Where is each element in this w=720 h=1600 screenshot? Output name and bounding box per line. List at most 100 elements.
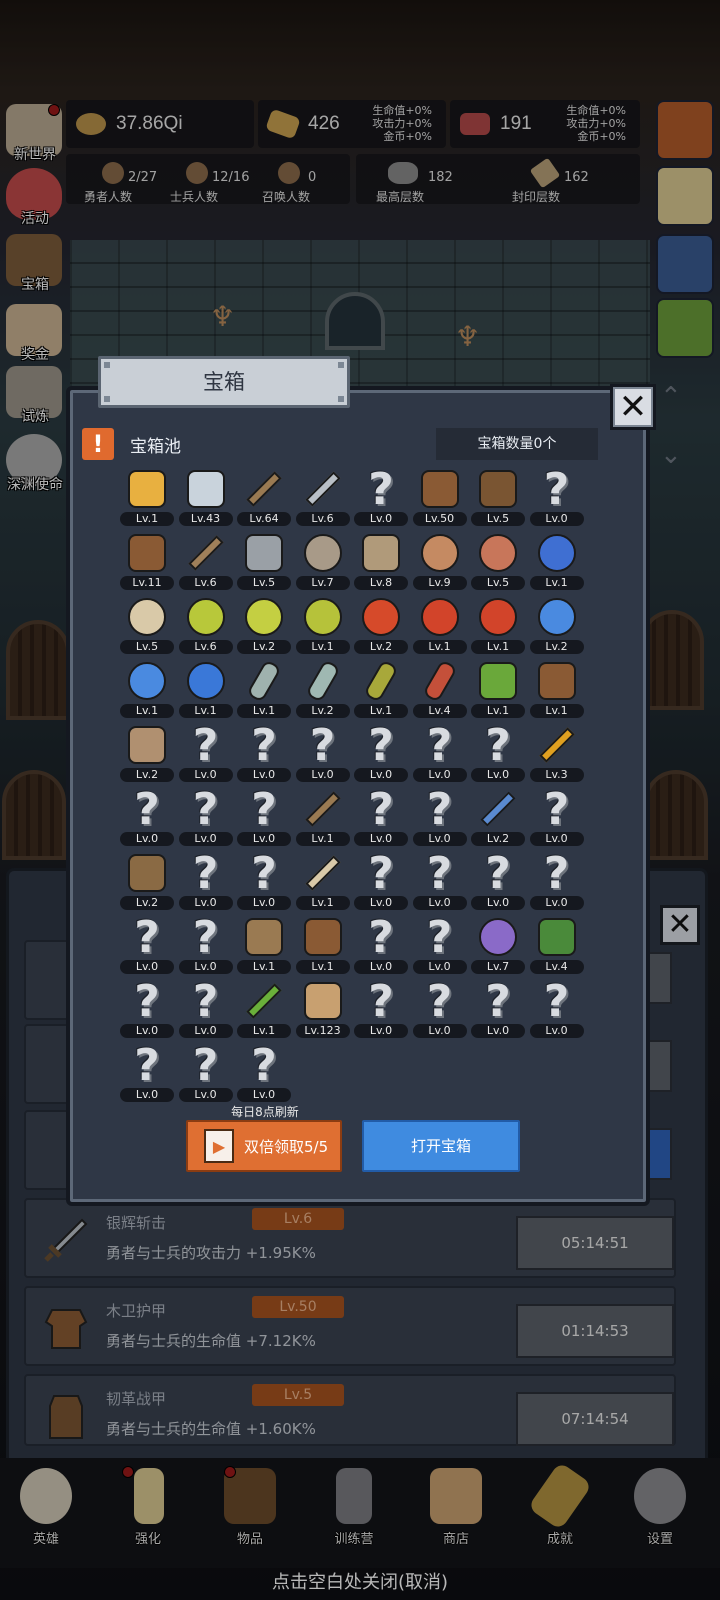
item-cell[interactable]: ? Lv.0 bbox=[118, 1040, 176, 1104]
item-cell[interactable]: Lv.2 bbox=[118, 722, 176, 784]
item-cell[interactable]: ? Lv.0 bbox=[235, 848, 293, 912]
close-icon[interactable]: ✕ bbox=[610, 384, 656, 430]
item-cell[interactable]: Lv.1 bbox=[235, 658, 293, 720]
item-cell[interactable]: Lv.64 bbox=[235, 466, 293, 528]
item-cell[interactable]: ? Lv.0 bbox=[294, 720, 352, 784]
item-cell[interactable]: ? Lv.0 bbox=[118, 976, 176, 1040]
item-cell[interactable]: ? Lv.0 bbox=[235, 784, 293, 848]
item-cell[interactable]: ? Lv.0 bbox=[352, 848, 410, 912]
dialog-title: 宝箱 bbox=[98, 356, 350, 408]
unknown-item-icon: ? bbox=[368, 719, 394, 771]
unknown-item-icon: ? bbox=[368, 911, 394, 963]
item-cell[interactable]: Lv.1 bbox=[469, 594, 527, 656]
item-cell[interactable]: Lv.123 bbox=[294, 978, 352, 1040]
item-cell[interactable]: ? Lv.0 bbox=[177, 720, 235, 784]
item-cell[interactable]: ? Lv.0 bbox=[528, 976, 586, 1040]
item-cell[interactable]: Lv.1 bbox=[118, 466, 176, 528]
item-cell[interactable]: ? Lv.0 bbox=[352, 911, 410, 976]
item-cell[interactable]: ? Lv.0 bbox=[352, 784, 410, 848]
item-cell[interactable]: Lv.1 bbox=[528, 658, 586, 720]
item-cell[interactable]: ? Lv.0 bbox=[352, 464, 410, 528]
item-level: Lv.0 bbox=[412, 896, 467, 910]
item-cell[interactable]: ? Lv.0 bbox=[411, 976, 469, 1040]
unknown-item-icon: ? bbox=[485, 975, 511, 1027]
rivet bbox=[338, 362, 344, 368]
item-cell[interactable]: Lv.1 bbox=[294, 850, 352, 912]
item-cell[interactable]: ? Lv.0 bbox=[411, 784, 469, 848]
item-cell[interactable]: ? Lv.0 bbox=[118, 784, 176, 848]
item-cell[interactable]: Lv.1 bbox=[118, 658, 176, 720]
item-cell[interactable]: Lv.2 bbox=[352, 594, 410, 656]
item-level: Lv.64 bbox=[237, 512, 291, 526]
item-level: Lv.0 bbox=[529, 832, 584, 846]
item-cell[interactable]: ? Lv.0 bbox=[411, 720, 469, 784]
item-level: Lv.0 bbox=[354, 1024, 408, 1038]
item-cell[interactable]: Lv.43 bbox=[177, 466, 235, 528]
item-cell[interactable]: ? Lv.0 bbox=[177, 784, 235, 848]
item-cell[interactable]: Lv.1 bbox=[235, 914, 293, 976]
item-cell[interactable]: ? Lv.0 bbox=[235, 1040, 293, 1104]
item-level: Lv.0 bbox=[529, 1024, 584, 1038]
item-cell[interactable]: Lv.8 bbox=[352, 530, 410, 592]
item-cell[interactable]: ? Lv.0 bbox=[352, 976, 410, 1040]
item-level: Lv.1 bbox=[412, 640, 467, 654]
item-cell[interactable]: ? Lv.0 bbox=[469, 975, 527, 1040]
item-cell[interactable]: ? Lv.0 bbox=[469, 848, 527, 912]
alert-icon[interactable]: ! bbox=[82, 428, 114, 460]
item-level: Lv.5 bbox=[120, 640, 174, 654]
item-cell[interactable]: ? Lv.0 bbox=[177, 1040, 235, 1104]
item-cell[interactable]: Lv.4 bbox=[528, 914, 586, 976]
item-cell[interactable]: Lv.2 bbox=[294, 658, 352, 720]
item-cell[interactable]: ? Lv.0 bbox=[528, 784, 586, 848]
item-level: Lv.1 bbox=[237, 1024, 291, 1038]
red-bottle-icon bbox=[417, 658, 463, 704]
item-cell[interactable]: Lv.2 bbox=[235, 594, 293, 656]
item-level: Lv.123 bbox=[295, 1024, 350, 1038]
item-cell[interactable]: Lv.6 bbox=[177, 594, 235, 656]
item-cell[interactable]: Lv.6 bbox=[294, 466, 352, 528]
item-level: Lv.0 bbox=[237, 896, 291, 910]
blue-potion-icon bbox=[534, 594, 580, 640]
item-cell[interactable]: Lv.2 bbox=[118, 850, 176, 912]
item-cell[interactable]: Lv.2 bbox=[469, 786, 527, 848]
item-cell[interactable]: Lv.1 bbox=[294, 594, 352, 656]
unknown-item-icon: ? bbox=[426, 911, 453, 963]
item-cell[interactable]: Lv.6 bbox=[177, 530, 235, 592]
item-cell[interactable]: Lv.9 bbox=[411, 530, 469, 592]
item-cell[interactable]: ? Lv.0 bbox=[411, 848, 469, 912]
item-cell[interactable]: Lv.5 bbox=[235, 530, 293, 592]
item-cell[interactable]: ? Lv.0 bbox=[528, 464, 586, 528]
item-cell[interactable]: Lv.1 bbox=[528, 530, 586, 592]
item-cell[interactable]: ? Lv.0 bbox=[177, 848, 235, 912]
item-cell[interactable]: Lv.5 bbox=[469, 530, 527, 592]
item-cell[interactable]: Lv.1 bbox=[352, 658, 410, 720]
item-cell[interactable]: Lv.1 bbox=[294, 914, 352, 976]
item-cell[interactable]: ? Lv.0 bbox=[411, 911, 469, 976]
item-cell[interactable]: Lv.1 bbox=[469, 658, 527, 720]
item-cell[interactable]: ? Lv.0 bbox=[235, 720, 293, 784]
item-cell[interactable]: Lv.1 bbox=[294, 786, 352, 848]
item-cell[interactable]: Lv.7 bbox=[294, 530, 352, 592]
item-level: Lv.0 bbox=[412, 768, 467, 782]
item-cell[interactable]: Lv.1 bbox=[411, 594, 469, 656]
item-cell[interactable]: Lv.1 bbox=[235, 978, 293, 1040]
brown-boot-icon bbox=[534, 658, 580, 704]
item-cell[interactable]: Lv.4 bbox=[411, 658, 469, 720]
open-chest-button[interactable]: 打开宝箱 bbox=[362, 1120, 520, 1172]
item-level: Lv.0 bbox=[412, 832, 467, 846]
item-cell[interactable]: Lv.3 bbox=[528, 722, 586, 784]
item-cell[interactable]: ? Lv.0 bbox=[352, 719, 410, 784]
item-cell[interactable]: Lv.5 bbox=[469, 466, 527, 528]
item-cell[interactable]: Lv.2 bbox=[528, 594, 586, 656]
item-cell[interactable]: ? Lv.0 bbox=[177, 976, 235, 1040]
item-cell[interactable]: ? Lv.0 bbox=[528, 848, 586, 912]
item-cell[interactable]: ? Lv.0 bbox=[469, 720, 527, 784]
item-cell[interactable]: Lv.5 bbox=[118, 594, 176, 656]
item-cell[interactable]: ? Lv.0 bbox=[118, 912, 176, 976]
item-cell[interactable]: Lv.50 bbox=[411, 466, 469, 528]
item-cell[interactable]: Lv.11 bbox=[118, 530, 176, 592]
item-cell[interactable]: ? Lv.0 bbox=[177, 912, 235, 976]
item-cell[interactable]: Lv.7 bbox=[469, 914, 527, 976]
double-claim-button[interactable]: ▶ 双倍领取5/5 bbox=[186, 1120, 342, 1172]
item-cell[interactable]: Lv.1 bbox=[177, 658, 235, 720]
